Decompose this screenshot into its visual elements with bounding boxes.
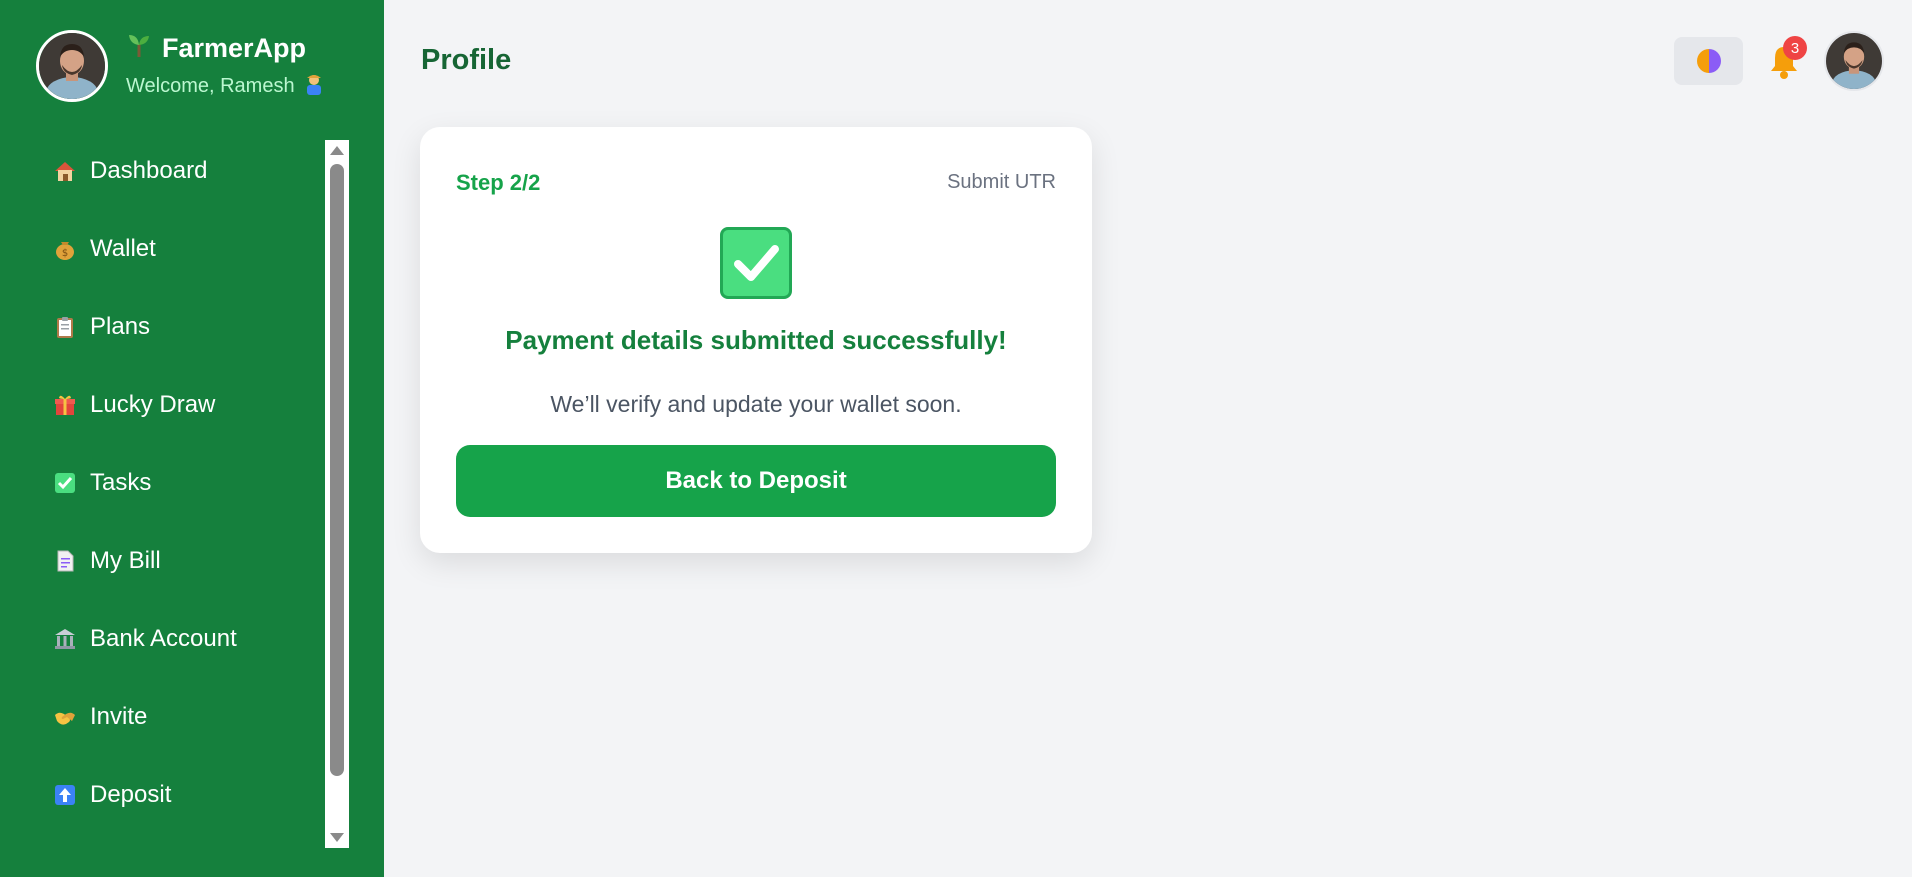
- profile-avatar[interactable]: [36, 30, 108, 102]
- up-arrow-icon: [52, 782, 78, 808]
- sidebar-item-bank-account[interactable]: Bank Account: [52, 619, 237, 659]
- sidebar-scrollbar[interactable]: [325, 140, 349, 848]
- scroll-down-arrow-icon[interactable]: [330, 833, 344, 842]
- check-box-icon: [52, 470, 78, 496]
- notification-badge: 3: [1783, 36, 1807, 60]
- svg-text:$: $: [62, 248, 68, 259]
- bank-icon: [52, 626, 78, 652]
- sidebar-nav: Dashboard $ Wallet Plans Lucky Draw Task…: [0, 140, 326, 848]
- sidebar-item-deposit[interactable]: Deposit: [52, 775, 171, 815]
- handshake-icon: [52, 704, 78, 730]
- success-title: Payment details submitted successfully!: [505, 325, 1007, 355]
- money-bag-icon: $: [52, 236, 78, 262]
- house-icon: [52, 158, 78, 184]
- sidebar: FarmerApp Welcome, Ramesh Dashboard $ Wa…: [0, 0, 384, 877]
- welcome-text: Welcome, Ramesh: [126, 73, 325, 101]
- app-name: FarmerApp: [126, 32, 325, 65]
- page-title: Profile: [421, 44, 512, 76]
- success-check-icon: [720, 227, 792, 299]
- farmer-emoji-icon: [303, 73, 325, 101]
- clipboard-icon: [52, 314, 78, 340]
- payment-success-card: Step 2/2 Submit UTR Payment details subm…: [420, 127, 1092, 553]
- step-indicator: Step 2/2: [456, 170, 541, 195]
- brand: FarmerApp Welcome, Ramesh: [36, 30, 325, 102]
- user-avatar[interactable]: [1824, 31, 1884, 91]
- scrollbar-thumb[interactable]: [330, 164, 344, 776]
- theme-toggle-button[interactable]: [1674, 37, 1743, 85]
- sidebar-item-dashboard[interactable]: Dashboard: [52, 151, 207, 191]
- scroll-up-arrow-icon[interactable]: [330, 146, 344, 155]
- gift-icon: [52, 392, 78, 418]
- sidebar-item-my-bill[interactable]: My Bill: [52, 541, 161, 581]
- step-name: Submit UTR: [947, 171, 1056, 193]
- seedling-icon: [126, 32, 152, 65]
- sidebar-item-invite[interactable]: Invite: [52, 697, 147, 737]
- document-icon: [52, 548, 78, 574]
- sidebar-item-wallet[interactable]: $ Wallet: [52, 229, 156, 269]
- sidebar-item-plans[interactable]: Plans: [52, 307, 150, 347]
- sidebar-item-lucky-draw[interactable]: Lucky Draw: [52, 385, 215, 425]
- sidebar-item-tasks[interactable]: Tasks: [52, 463, 151, 503]
- theme-toggle-icon: [1696, 49, 1721, 73]
- back-to-deposit-button[interactable]: Back to Deposit: [456, 445, 1056, 517]
- success-message: We’ll verify and update your wallet soon…: [550, 391, 962, 417]
